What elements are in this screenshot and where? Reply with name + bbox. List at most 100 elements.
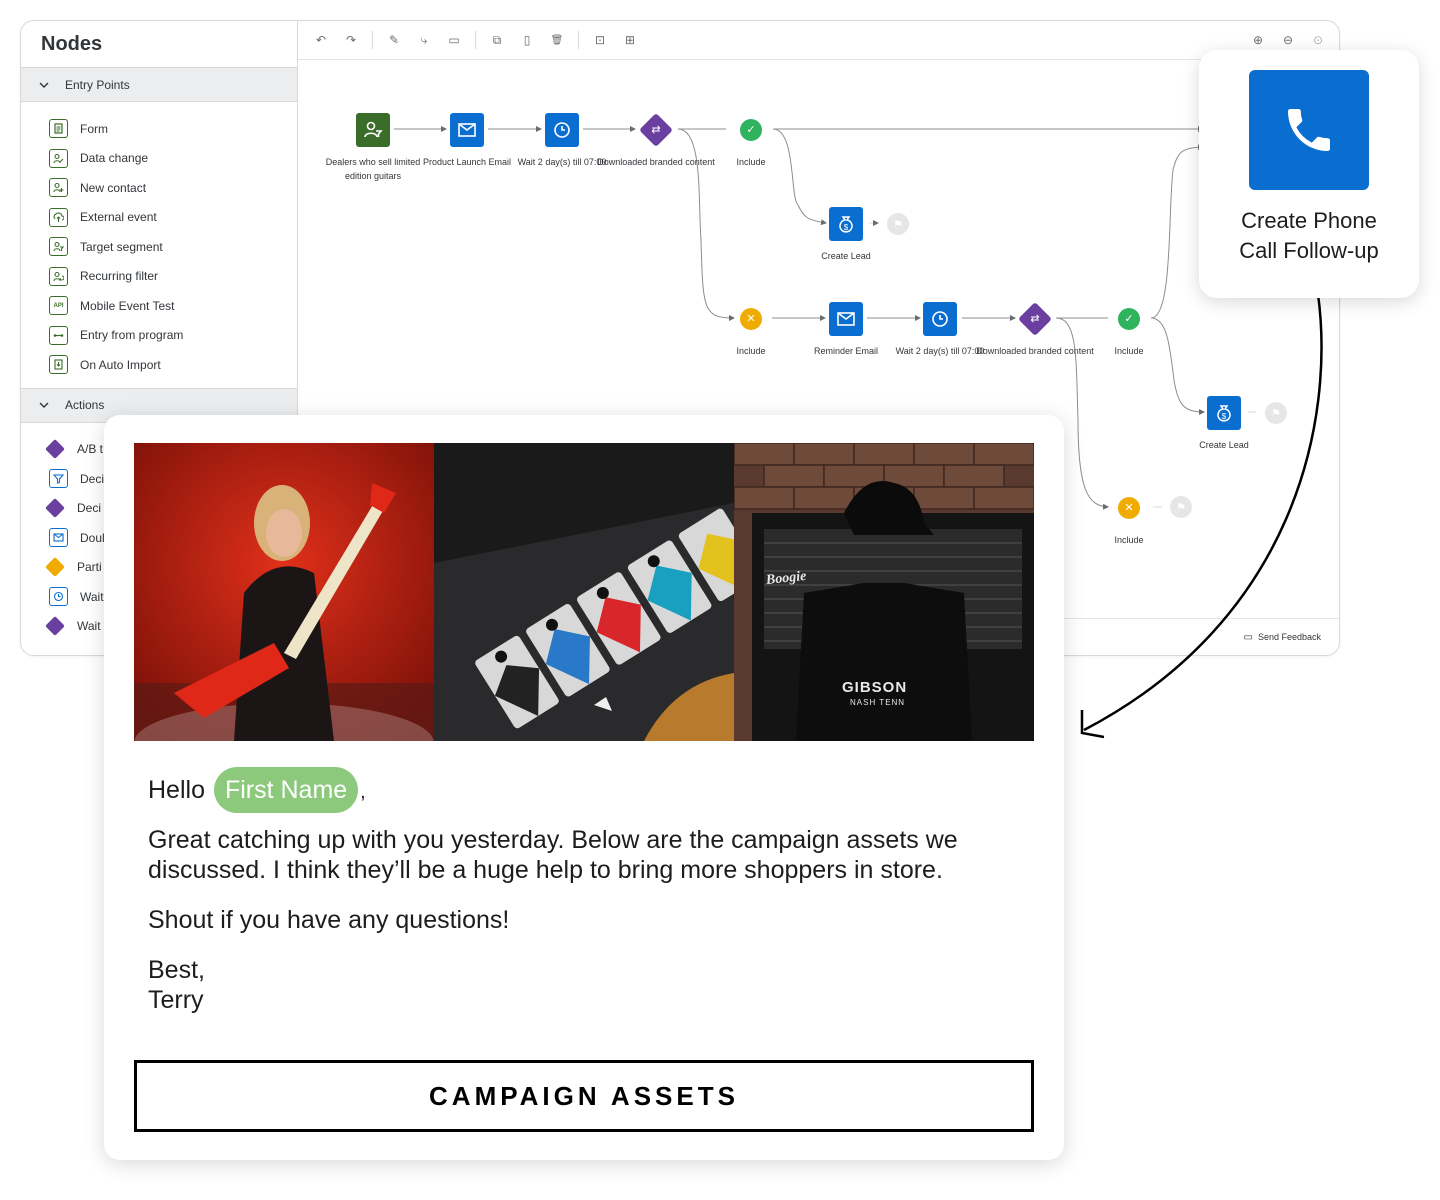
pedals-image	[434, 443, 734, 741]
node-label: Wait 2 day(s) till 07:00	[517, 157, 607, 167]
sidebar-item-label: On Auto Import	[80, 357, 161, 372]
zoom-out-button[interactable]: ⊖	[1273, 33, 1303, 47]
svg-text:$: $	[844, 223, 849, 232]
external-event-icon	[49, 207, 68, 227]
guitarist-image	[134, 443, 434, 741]
ab-test-icon	[45, 439, 65, 459]
toolbar-divider	[372, 31, 373, 49]
new-contact-icon	[49, 178, 68, 198]
import-icon	[49, 355, 68, 375]
branching-icon: ⇄	[639, 113, 673, 147]
sidebar-item-label: Parti	[77, 560, 102, 575]
decision-split-icon	[45, 498, 65, 518]
sidebar-item-label: Target segment	[80, 239, 163, 254]
sidebar-item-label: Wait	[80, 589, 104, 604]
sidebar-item-on-auto-import[interactable]: On Auto Import	[21, 350, 297, 380]
target-segment-icon	[356, 113, 390, 147]
sidebar-item-new-contact[interactable]: New contact	[21, 173, 297, 203]
flow-node-create-lead[interactable]: $ Create Lead	[786, 207, 906, 263]
chevron-down-icon	[39, 402, 49, 408]
sidebar-item-label: Recurring filter	[80, 269, 159, 284]
participation-icon	[45, 557, 65, 577]
node-label: Product Launch Email	[422, 157, 512, 167]
sidebar-item-entry-from-program[interactable]: Entry from program	[21, 321, 297, 351]
target-segment-icon	[49, 237, 68, 257]
entry-program-icon	[49, 325, 68, 345]
copy-button[interactable]: ⧉	[482, 33, 512, 48]
first-name-token[interactable]: First Name	[213, 767, 359, 813]
email-icon	[829, 302, 863, 336]
fit-to-screen-button[interactable]: ⊡	[585, 33, 615, 47]
email-paragraph-2: Shout if you have any questions!	[148, 906, 510, 934]
paste-button[interactable]: ▯	[512, 33, 542, 47]
canvas-toolbar: ↶ ↷ ✎ ⤷ ▭ ⧉ ▯ 🗑 ⊡ ⊞ ⊕ ⊖ ⊙	[298, 21, 1339, 60]
email-body: Hello First Name, Great catching up with…	[148, 767, 1018, 1015]
email-hero-images: Boogie GIBSON NASH TENN	[134, 443, 1034, 741]
sidebar-item-recurring-filter[interactable]: Recurring filter	[21, 262, 297, 292]
toolbar-divider	[578, 31, 579, 49]
shirt-print-subtext: NASH TENN	[850, 698, 906, 707]
comment-button[interactable]: ▭	[439, 33, 469, 47]
filter-icon	[49, 469, 68, 489]
email-paragraph-1: Great catching up with you yesterday. Be…	[148, 826, 958, 884]
api-icon: API	[49, 296, 68, 316]
clock-icon	[923, 302, 957, 336]
node-label: Include	[736, 157, 766, 167]
wait-until-icon	[45, 616, 65, 636]
sidebar-item-label: Deci	[77, 501, 102, 516]
expand-button[interactable]: ⊞	[615, 33, 645, 47]
sidebar-item-mobile-event-test[interactable]: API Mobile Event Test	[21, 291, 297, 321]
node-label: Include	[736, 346, 766, 356]
sidebar-item-form[interactable]: Form	[21, 114, 297, 144]
check-icon: ✓	[740, 119, 762, 141]
sidebar-item-label: Entry from program	[80, 328, 184, 343]
email-signature: Terry	[148, 986, 204, 1014]
node-label: Wait 2 day(s) till 07:00	[895, 346, 985, 356]
connect-button[interactable]: ⤷	[409, 33, 439, 48]
clock-icon	[49, 587, 68, 607]
sidebar-item-label: Form	[80, 121, 108, 136]
node-label: Create Lead	[821, 251, 871, 261]
phone-icon	[1249, 70, 1369, 190]
call-card-line1: Create Phone	[1241, 208, 1377, 233]
email-icon	[450, 113, 484, 147]
campaign-assets-button[interactable]: CAMPAIGN ASSETS	[134, 1060, 1034, 1132]
sidebar-item-label: A/B t	[77, 442, 104, 457]
data-change-icon	[49, 148, 68, 168]
shirt-print-text: GIBSON	[842, 679, 908, 696]
sidebar-item-label: Deci	[80, 471, 105, 486]
edit-button[interactable]: ✎	[379, 33, 409, 47]
sidebar-item-label: Wait	[77, 619, 101, 634]
redo-button[interactable]: ↷	[336, 33, 366, 47]
delete-button[interactable]: 🗑	[542, 35, 572, 46]
section-label: Actions	[65, 398, 105, 412]
entry-points-list: Form Data change New contact External ev…	[21, 102, 297, 388]
undo-button[interactable]: ↶	[306, 33, 336, 47]
double-email-icon	[49, 528, 68, 548]
greeting-comma: ,	[360, 781, 366, 803]
sidebar-item-data-change[interactable]: Data change	[21, 144, 297, 174]
chevron-down-icon	[39, 82, 49, 88]
flow-node-include[interactable]: ✓ Include	[691, 113, 811, 169]
money-bag-icon: $	[829, 207, 863, 241]
merch-image: Boogie GIBSON NASH TENN	[734, 443, 1034, 741]
phone-call-card: Create Phone Call Follow-up	[1199, 50, 1419, 298]
recurring-filter-icon	[49, 266, 68, 286]
end-flag-icon: ⚑	[887, 213, 909, 235]
email-signoff: Best,	[148, 956, 205, 984]
sidebar-item-external-event[interactable]: External event	[21, 203, 297, 233]
call-card-line2: Call Follow-up	[1239, 238, 1379, 263]
section-entry-points[interactable]: Entry Points	[21, 67, 297, 102]
email-greeting: Hello	[148, 776, 205, 804]
sidebar-item-label: Mobile Event Test	[80, 298, 175, 313]
sidebar-item-target-segment[interactable]: Target segment	[21, 232, 297, 262]
section-label: Entry Points	[65, 77, 130, 92]
zoom-in-button[interactable]: ⊕	[1243, 33, 1273, 47]
sidebar-title: Nodes	[41, 33, 103, 55]
close-icon: ✕	[740, 308, 762, 330]
email-preview: Boogie GIBSON NASH TENN Hello First Name…	[104, 415, 1064, 1160]
form-icon	[49, 119, 68, 139]
sidebar-item-label: New contact	[80, 180, 147, 195]
zoom-reset-button[interactable]: ⊙	[1303, 33, 1333, 47]
sidebar-item-label: Doul	[80, 530, 105, 545]
